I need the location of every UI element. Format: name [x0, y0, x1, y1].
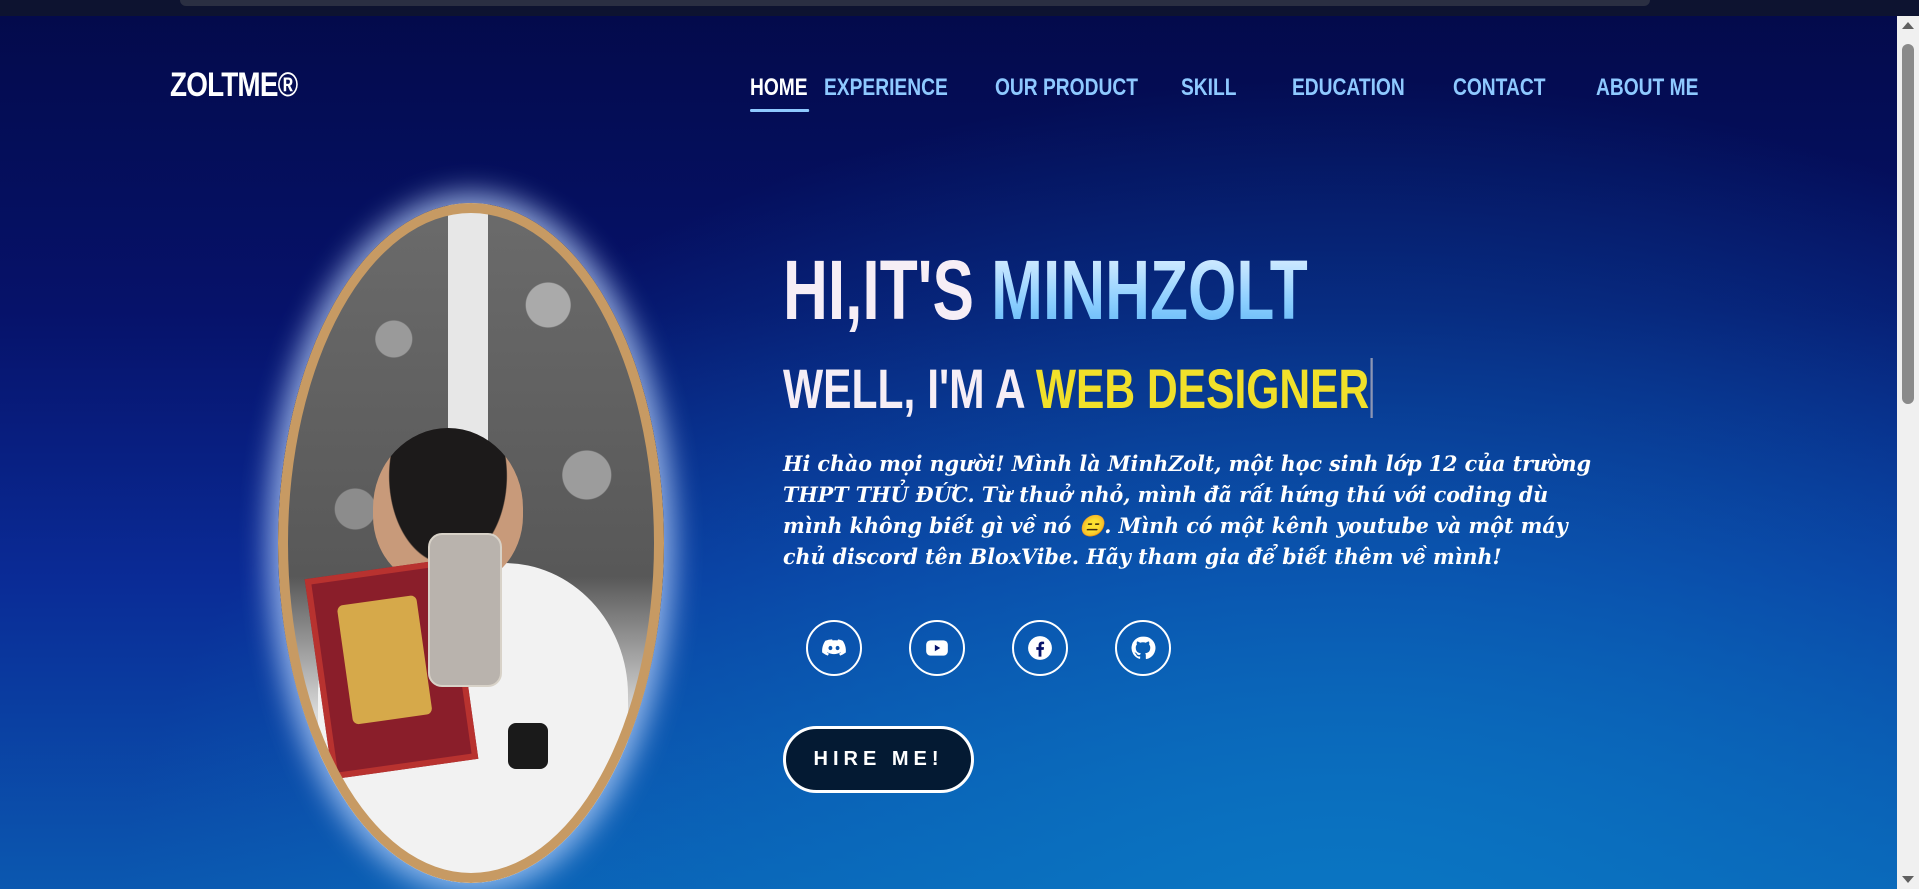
- hero-subtitle-prefix: WELL, I'M A: [783, 357, 1036, 420]
- browser-chrome-strip: [0, 0, 1919, 16]
- discord-button[interactable]: [806, 620, 862, 676]
- facebook-icon: [1028, 636, 1052, 660]
- site-logo[interactable]: ZOLTME®: [170, 66, 298, 105]
- nav-item-our-product[interactable]: OUR PRODUCT: [995, 74, 1144, 102]
- profile-photo: [278, 203, 664, 883]
- nav-item-about-me[interactable]: ABOUT ME: [1596, 74, 1698, 102]
- youtube-button[interactable]: [909, 620, 965, 676]
- github-button[interactable]: [1115, 620, 1171, 676]
- nav-item-skill[interactable]: SKILL: [1181, 74, 1270, 102]
- main-nav: HOME EXPERIENCE OUR PRODUCT SKILL EDUCAT…: [750, 74, 1706, 112]
- github-icon: [1131, 636, 1156, 660]
- hire-me-button[interactable]: HIRE ME!: [783, 726, 974, 793]
- nav-item-home[interactable]: HOME: [750, 74, 810, 112]
- browser-tab-strip: [180, 0, 1650, 6]
- nav-item-contact[interactable]: CONTACT: [1453, 74, 1567, 102]
- nav-item-education[interactable]: EDUCATION: [1292, 74, 1421, 102]
- hero-subtitle: WELL, I'M A WEB DESIGNER: [783, 357, 1374, 420]
- hero-role: WEB DESIGNER: [1035, 357, 1370, 420]
- page-scrollbar[interactable]: [1897, 16, 1919, 889]
- social-links: [806, 620, 1171, 676]
- discord-icon: [822, 639, 846, 656]
- hero-title: HI,IT'S MINHZOLT: [783, 248, 1308, 332]
- photo-mirror-frame: [278, 203, 664, 883]
- hero-bio: Hi chào mọi người! Mình là MinhZolt, một…: [783, 451, 1591, 569]
- page-viewport: ZOLTME® HOME EXPERIENCE OUR PRODUCT SKIL…: [0, 0, 1919, 889]
- scroll-down-arrow-icon[interactable]: [1902, 876, 1914, 883]
- scrollbar-thumb[interactable]: [1902, 44, 1914, 404]
- youtube-icon: [926, 640, 948, 656]
- hero-greeting: HI,IT'S: [783, 243, 992, 337]
- typing-caret: [1370, 358, 1374, 418]
- facebook-button[interactable]: [1012, 620, 1068, 676]
- nav-item-experience[interactable]: EXPERIENCE: [824, 74, 961, 102]
- scroll-up-arrow-icon[interactable]: [1902, 22, 1914, 29]
- hero-name: MINHZOLT: [991, 243, 1308, 337]
